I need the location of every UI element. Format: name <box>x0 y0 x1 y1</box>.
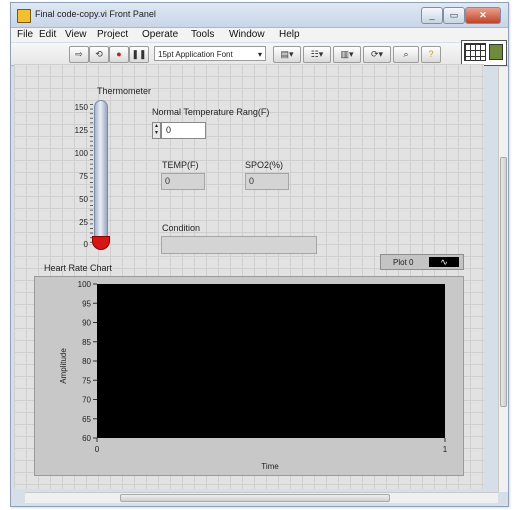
spo2-label: SPO2(%) <box>245 160 284 170</box>
search-icon[interactable]: ⌕ <box>393 46 419 63</box>
title-bar: Final code-copy.vi Front Panel _ ▭ ✕ <box>11 3 508 28</box>
menu-operate[interactable]: Operate <box>142 29 178 40</box>
thermometer-scale <box>90 104 93 244</box>
plot-line-icon: ∿ <box>429 257 459 267</box>
horizontal-scroll-thumb[interactable] <box>120 494 390 502</box>
condition-label: Condition <box>162 223 201 233</box>
x-tick-label: 0 <box>95 445 100 454</box>
reorder-icon[interactable]: ⟳▾ <box>363 46 391 63</box>
menu-edit[interactable]: Edit <box>39 29 56 40</box>
thermometer-label: Thermometer <box>97 86 152 96</box>
chart-axes: 100 95 90 85 80 75 70 65 60 0 1 Amplitude Time <box>59 280 448 471</box>
y-tick-label: 65 <box>82 415 91 424</box>
connector-pane-icon[interactable] <box>461 40 507 66</box>
plot-legend[interactable]: Plot 0 ∿ <box>380 254 464 270</box>
thermo-tick: 100 <box>74 149 88 158</box>
y-tick-label: 100 <box>78 280 92 289</box>
menu-window[interactable]: Window <box>229 29 265 40</box>
connector-grid-icon <box>464 43 486 61</box>
thermo-tick: 25 <box>79 218 88 227</box>
run-continuously-icon[interactable]: ⟲ <box>89 46 109 63</box>
close-button[interactable]: ✕ <box>465 7 501 24</box>
vi-icon <box>17 9 31 23</box>
menu-file[interactable]: File <box>17 29 33 40</box>
distribute-objects-icon[interactable]: ☷▾ <box>303 46 331 63</box>
font-select[interactable]: 15pt Application Font ▾ <box>154 46 266 61</box>
x-axis-label: Time <box>261 462 279 471</box>
thermo-tick: 50 <box>79 195 88 204</box>
y-tick-label: 95 <box>82 299 91 308</box>
thermo-tick: 150 <box>74 103 88 112</box>
resize-objects-icon[interactable]: ▥▾ <box>333 46 361 63</box>
font-select-value: 15pt Application Font <box>158 50 233 59</box>
maximize-button[interactable]: ▭ <box>443 7 465 24</box>
thermo-tick: 75 <box>79 172 88 181</box>
vertical-scroll-thumb[interactable] <box>500 157 507 407</box>
chart-title: Heart Rate Chart <box>44 263 113 273</box>
y-axis-label: Amplitude <box>59 348 68 384</box>
thermometer-tube <box>94 100 108 242</box>
window-title: Final code-copy.vi Front Panel <box>35 9 156 19</box>
align-objects-icon[interactable]: ▤▾ <box>273 46 301 63</box>
temp-indicator: 0 <box>161 173 205 190</box>
help-icon[interactable]: ? <box>421 46 441 63</box>
run-arrow-icon[interactable]: ⇨ <box>69 46 89 63</box>
vertical-scrollbar[interactable] <box>498 67 508 492</box>
horizontal-scrollbar[interactable] <box>25 492 498 503</box>
menu-bar: File Edit View Project Operate Tools Win… <box>11 28 508 42</box>
toolbar: ⇨ ⟲ ● ❚❚ 15pt Application Font ▾ ▤▾ ☷▾ ▥… <box>11 43 508 66</box>
menu-help[interactable]: Help <box>279 29 300 40</box>
y-tick-label: 90 <box>82 319 91 328</box>
vi-block-icon <box>489 44 503 60</box>
y-tick-label: 80 <box>82 357 91 366</box>
menu-view[interactable]: View <box>65 29 87 40</box>
normal-temp-input[interactable]: 0 <box>161 122 206 139</box>
legend-plot-name: Plot 0 <box>393 258 414 267</box>
temp-label: TEMP(F) <box>162 160 199 170</box>
numeric-increment-icon[interactable]: ▴ ▾ <box>152 122 161 139</box>
menu-project[interactable]: Project <box>97 29 128 40</box>
condition-indicator <box>161 236 317 254</box>
chevron-down-icon: ▾ <box>257 50 262 59</box>
y-tick-label: 75 <box>82 376 91 385</box>
minimize-button[interactable]: _ <box>421 7 443 24</box>
y-tick-label: 70 <box>82 396 91 405</box>
thermo-tick: 125 <box>74 126 88 135</box>
y-tick-label: 85 <box>82 338 91 347</box>
menu-tools[interactable]: Tools <box>191 29 214 40</box>
x-tick-label: 1 <box>443 445 448 454</box>
thermo-tick: 0 <box>83 240 88 249</box>
normal-temp-label: Normal Temperature Rang(F) <box>152 107 270 117</box>
spo2-indicator: 0 <box>245 173 289 190</box>
abort-icon[interactable]: ● <box>109 46 129 63</box>
y-tick-label: 60 <box>82 434 91 443</box>
pause-icon[interactable]: ❚❚ <box>129 46 149 63</box>
